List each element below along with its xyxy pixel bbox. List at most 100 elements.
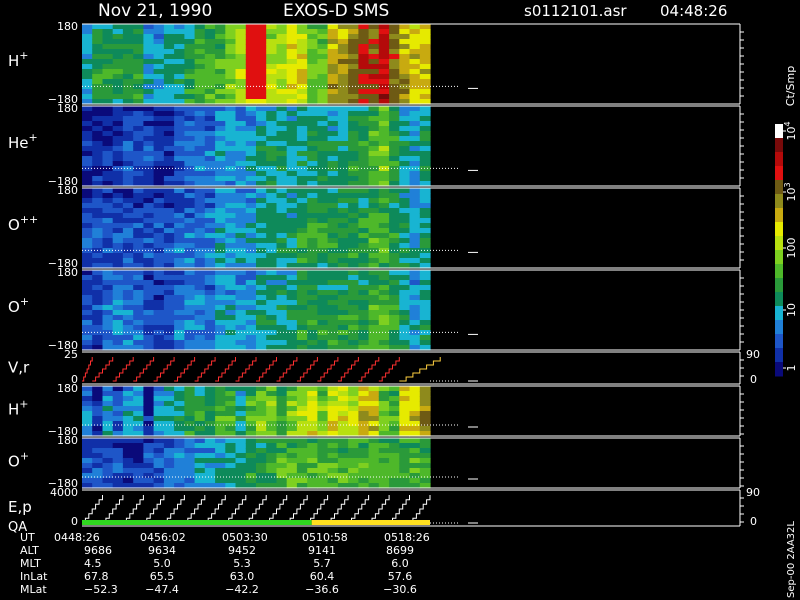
heatmap-cell xyxy=(256,198,267,204)
heatmap-cell xyxy=(317,411,329,417)
heatmap-cell xyxy=(276,69,288,75)
heatmap-cell xyxy=(307,473,318,479)
heatmap-cell xyxy=(266,59,277,65)
heatmap-cell xyxy=(409,300,421,306)
heatmap-cell xyxy=(194,238,206,244)
heatmap-cell xyxy=(317,171,329,177)
heatmap-cell xyxy=(122,79,134,85)
heatmap-cell xyxy=(143,310,155,316)
heatmap-cell xyxy=(296,141,308,147)
heatmap-cell xyxy=(327,29,339,35)
heatmap-cell xyxy=(102,136,114,142)
heatmap-cell xyxy=(204,443,216,449)
heatmap-cell xyxy=(102,193,114,199)
heatmap-cell xyxy=(389,74,400,80)
heatmap-cell xyxy=(194,34,206,40)
heatmap-cell xyxy=(389,411,400,417)
heatmap-cell xyxy=(112,458,124,464)
step-series xyxy=(153,357,175,382)
heatmap-cell xyxy=(389,453,400,459)
heatmap-cell xyxy=(184,106,196,112)
heatmap-cell xyxy=(399,468,411,474)
heatmap-cell xyxy=(122,151,134,157)
heatmap-cell xyxy=(327,473,339,479)
heatmap-cell xyxy=(348,458,359,464)
heatmap-cell xyxy=(143,401,155,407)
heatmap-cell xyxy=(286,285,298,291)
heatmap-cell xyxy=(82,396,93,402)
heatmap-cell xyxy=(286,280,298,286)
heatmap-cell xyxy=(112,106,124,112)
heatmap-cell xyxy=(337,325,349,331)
heatmap-cell xyxy=(194,300,206,306)
y-tick-top: 180 xyxy=(57,20,78,33)
heatmap-cell xyxy=(399,285,411,291)
heatmap-cell xyxy=(102,478,114,484)
heatmap-cell xyxy=(276,64,288,70)
heatmap-cell xyxy=(143,44,155,50)
heatmap-cell xyxy=(143,74,155,80)
heatmap-cell xyxy=(368,146,380,152)
heatmap-cell xyxy=(143,238,155,244)
heatmap-cell xyxy=(399,401,411,407)
heatmap-cell xyxy=(122,300,134,306)
heatmap-cell xyxy=(174,285,185,291)
heatmap-cell xyxy=(82,203,93,209)
heatmap-cell xyxy=(245,161,257,167)
heatmap-cell xyxy=(82,126,93,132)
heatmap-cell xyxy=(194,453,206,459)
heatmap-cell xyxy=(92,106,103,112)
heatmap-cell xyxy=(307,141,318,147)
heatmap-cell xyxy=(399,69,411,75)
heatmap-cell xyxy=(174,275,185,281)
heatmap-cell xyxy=(92,193,103,199)
heatmap-cell xyxy=(389,285,400,291)
heatmap-cell xyxy=(235,176,247,182)
heatmap-cell xyxy=(368,270,380,276)
heatmap-cell xyxy=(276,176,288,182)
heatmap-cell xyxy=(204,79,216,85)
heatmap-cell xyxy=(389,325,400,331)
heatmap-cell xyxy=(276,79,288,85)
heatmap-cell xyxy=(194,218,206,224)
step-series xyxy=(122,495,144,524)
heatmap-cell xyxy=(337,64,349,70)
heatmap-cell xyxy=(235,161,247,167)
heatmap-cell xyxy=(112,238,124,244)
heatmap-cell xyxy=(215,188,226,194)
heatmap-cell xyxy=(378,94,390,100)
heatmap-cell xyxy=(358,426,370,432)
heatmap-cell xyxy=(174,438,185,444)
heatmap-cell xyxy=(184,89,196,95)
heatmap-cell xyxy=(194,151,206,157)
heatmap-cell xyxy=(194,335,206,341)
heatmap-cell xyxy=(235,253,247,259)
heatmap-cell xyxy=(133,89,144,95)
heatmap-cell xyxy=(194,69,206,75)
heatmap-cell xyxy=(399,406,411,412)
heatmap-cell xyxy=(82,106,93,112)
heatmap-cell xyxy=(358,193,370,199)
heatmap-cell xyxy=(409,121,421,127)
heatmap-cell xyxy=(184,325,196,331)
heatmap-cell xyxy=(102,315,114,321)
heatmap-cell xyxy=(286,106,298,112)
heatmap-cell xyxy=(153,270,165,276)
heatmap-cell xyxy=(296,59,308,65)
heatmap-cell xyxy=(317,335,329,341)
heatmap-cell xyxy=(174,453,185,459)
heatmap-cell xyxy=(337,54,349,60)
heatmap-cell xyxy=(112,320,124,326)
heatmap-cell xyxy=(215,151,226,157)
heatmap-cell xyxy=(133,285,144,291)
heatmap-cell xyxy=(194,396,206,402)
heatmap-cell xyxy=(307,238,318,244)
heatmap-cell xyxy=(256,335,267,341)
heatmap-cell xyxy=(389,161,400,167)
heatmap-cell xyxy=(286,305,298,311)
heatmap-cell xyxy=(296,275,308,281)
heatmap-cell xyxy=(286,203,298,209)
heatmap-cell xyxy=(419,151,431,157)
heatmap-cell xyxy=(368,131,380,137)
heatmap-cell xyxy=(102,320,114,326)
